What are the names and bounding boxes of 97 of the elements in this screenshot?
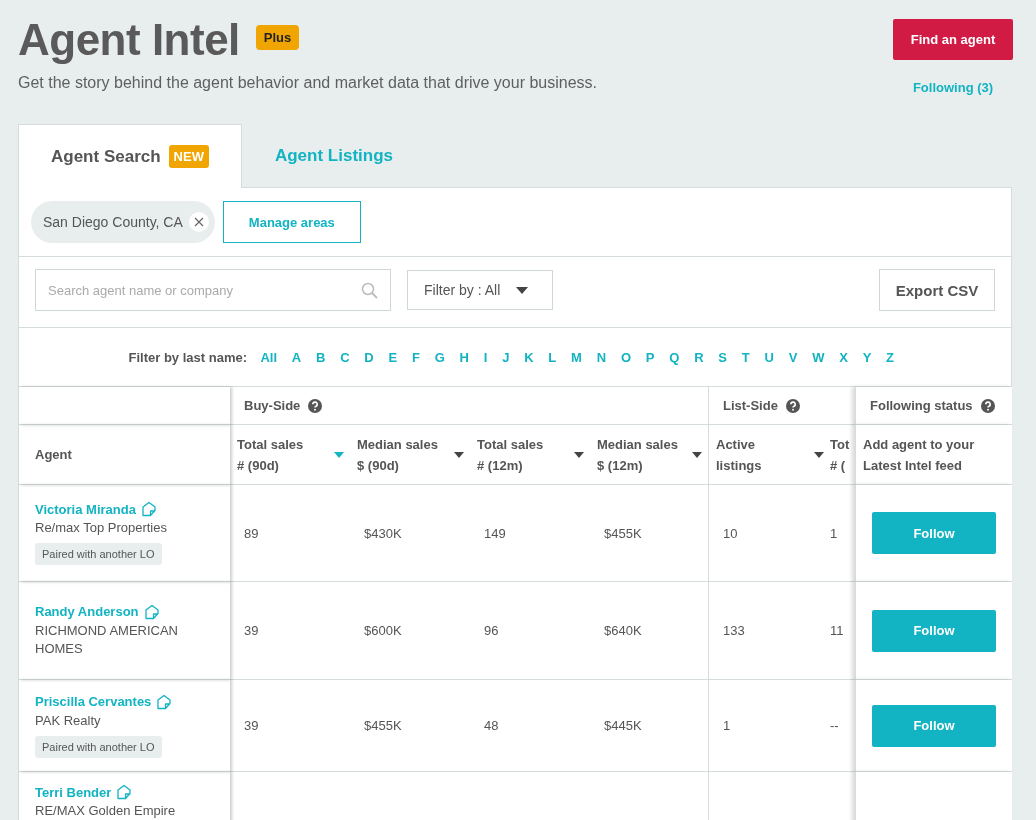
table-cell: $430K <box>364 525 402 541</box>
table-cell: $455K <box>364 718 402 733</box>
following-link[interactable]: Following (3) <box>912 80 994 95</box>
agent-company: RE/MAX Golden Empire <box>35 802 177 820</box>
group-header: Following status <box>870 398 973 413</box>
new-badge: NEW <box>168 145 209 168</box>
tag-icon[interactable] <box>156 693 173 710</box>
letter-link[interactable]: F <box>404 349 428 365</box>
table-cell: 149 <box>484 525 506 541</box>
table-cell: 39 <box>244 718 259 733</box>
group-header: Buy-Side <box>244 398 301 413</box>
table-cell: 1 <box>723 718 731 733</box>
agent-name-link[interactable]: Terri Bender <box>35 784 112 800</box>
sort-caret-icon[interactable] <box>574 451 584 458</box>
table-cell: 133 <box>723 623 745 638</box>
letter-link[interactable]: R <box>686 349 711 365</box>
tab[interactable]: Agent Search NEW <box>18 124 242 188</box>
table-cell: $640K <box>604 623 642 638</box>
letter-link[interactable]: B <box>308 349 333 365</box>
group-header: List-Side <box>723 398 778 413</box>
letter-link[interactable]: Q <box>661 349 687 365</box>
letter-link[interactable]: N <box>589 349 614 365</box>
export-csv-button[interactable]: Export CSV <box>879 269 995 311</box>
table-cell: $445K <box>604 718 642 733</box>
area-name: San Diego County, CA <box>43 214 183 230</box>
help-icon[interactable] <box>785 398 800 413</box>
table-cell: 96 <box>484 623 499 638</box>
column-header: Tot # ( <box>830 435 850 475</box>
caret-icon <box>516 286 529 294</box>
manage-areas-button[interactable]: Manage areas <box>222 201 361 243</box>
letter-link[interactable]: Z <box>878 349 902 365</box>
letter-link[interactable]: M <box>563 349 590 365</box>
letter-link[interactable]: V <box>781 349 805 365</box>
letter-link[interactable]: C <box>332 349 357 365</box>
follow-button[interactable]: Follow <box>872 512 996 554</box>
search-field[interactable]: Search agent name or company <box>35 269 391 311</box>
agent-company: RICHMOND AMERICAN HOMES <box>35 621 179 658</box>
tab[interactable]: Agent Listings <box>241 124 426 187</box>
page-title: Agent Intel <box>18 16 240 64</box>
table-cell: 89 <box>244 525 259 541</box>
letter-link[interactable]: I <box>476 349 495 365</box>
column-header: Total sales # (90d) <box>237 435 305 475</box>
close-icon[interactable] <box>188 212 209 232</box>
agent-name-link[interactable]: Priscilla Cervantes <box>35 694 152 709</box>
letter-link[interactable]: E <box>381 349 405 365</box>
letter-link[interactable]: A <box>284 349 309 365</box>
letter-link[interactable]: T <box>734 349 758 365</box>
letter-link[interactable]: K <box>516 349 541 365</box>
filter-dropdown[interactable]: Filter by : All <box>407 270 554 310</box>
letter-link[interactable]: L <box>540 349 564 365</box>
table-cell: 39 <box>244 623 259 638</box>
letter-link[interactable]: D <box>356 349 382 365</box>
letter-link[interactable]: W <box>804 349 832 365</box>
letter-link[interactable]: G <box>427 349 453 365</box>
letter-link[interactable]: P <box>638 349 662 365</box>
paired-tag: Paired with another LO <box>35 543 162 565</box>
table-cell: 11 <box>830 623 844 638</box>
column-header: Add agent to your Latest Intel feed <box>863 435 976 475</box>
table-cell: $455K <box>604 525 642 541</box>
filter-label: Filter by last name: <box>128 349 247 365</box>
letter-link[interactable]: H <box>452 349 477 365</box>
paired-tag: Paired with another LO <box>35 735 162 758</box>
follow-button[interactable]: Follow <box>872 704 996 747</box>
column-header: Median sales $ (12m) <box>597 435 679 475</box>
agent-company: Re/max Top Properties <box>35 519 168 537</box>
letter-link[interactable]: O <box>613 349 639 365</box>
sort-caret-icon[interactable] <box>454 451 464 458</box>
agent-name-link[interactable]: Randy Anderson <box>35 604 139 619</box>
agent-company: PAK Realty <box>35 711 102 730</box>
letter-link[interactable]: S <box>710 349 735 365</box>
follow-button[interactable]: Follow <box>872 609 996 652</box>
plan-badge: Plus <box>255 25 300 50</box>
column-header: Active listings <box>716 435 763 475</box>
sort-caret-icon[interactable] <box>814 451 824 458</box>
letter-link[interactable]: U <box>757 349 782 365</box>
search-icon <box>361 281 378 299</box>
column-header: Median sales $ (90d) <box>357 435 439 475</box>
table-cell: 1 <box>830 525 838 541</box>
table-cell: 10 <box>723 525 738 541</box>
letter-link[interactable]: Y <box>855 349 879 365</box>
sort-caret-icon[interactable] <box>692 451 702 458</box>
help-icon[interactable] <box>308 398 323 413</box>
table-cell: 48 <box>484 718 499 733</box>
column-header: Agent <box>35 446 73 464</box>
tag-icon[interactable] <box>140 501 157 517</box>
letter-link[interactable]: J <box>494 349 517 365</box>
table-cell: $600K <box>364 623 402 638</box>
letter-link[interactable]: All <box>253 349 285 365</box>
find-agent-button[interactable]: Find an agent <box>893 19 1013 60</box>
column-header: Total sales # (12m) <box>477 435 545 475</box>
tag-icon[interactable] <box>143 603 160 620</box>
letter-link[interactable]: X <box>831 349 856 365</box>
agent-name-link[interactable]: Victoria Miranda <box>35 501 136 517</box>
table-cell: -- <box>830 718 839 733</box>
page-subtitle: Get the story behind the agent behavior and market data that drive your business. <box>18 74 597 92</box>
help-icon[interactable] <box>980 398 995 413</box>
tag-icon[interactable] <box>116 784 133 800</box>
